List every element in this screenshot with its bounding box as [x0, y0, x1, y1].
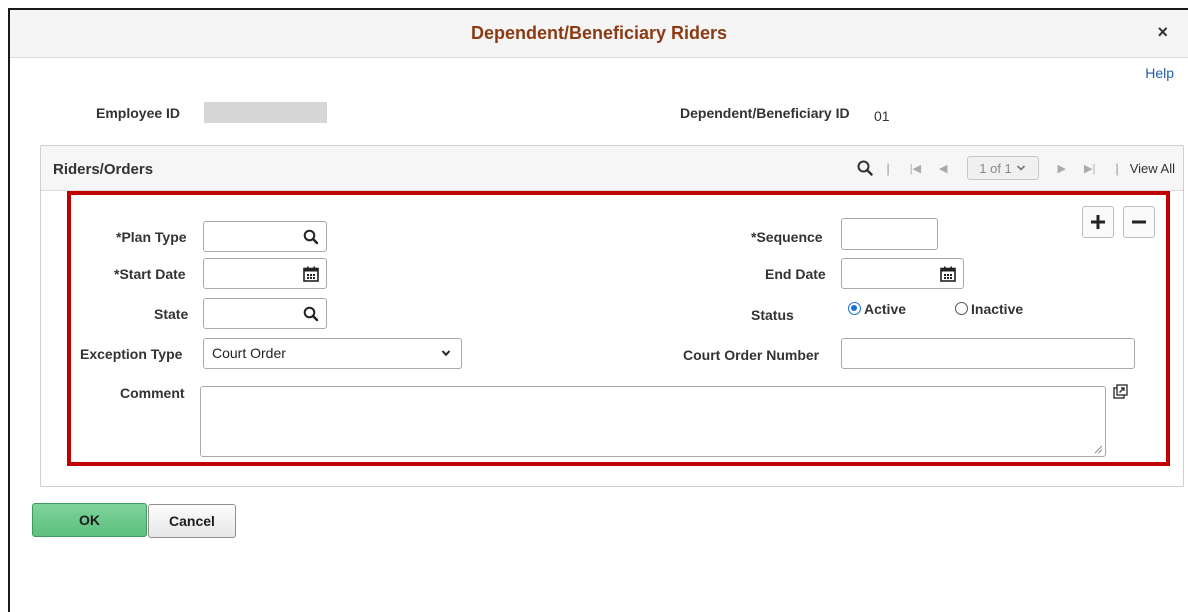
delete-row-button[interactable]: [1123, 206, 1155, 238]
end-date-label: End Date: [765, 266, 826, 282]
comment-label: Comment: [120, 385, 185, 401]
state-label: State: [154, 306, 189, 322]
help-link[interactable]: Help: [1145, 65, 1174, 81]
employee-id-value: [204, 102, 327, 123]
dependent-id-value: 01: [874, 108, 890, 124]
expand-comment-icon[interactable]: [1113, 384, 1128, 399]
state-field[interactable]: [203, 298, 327, 329]
page-selector-text: 1 of 1: [979, 160, 1012, 176]
dialog-title: Dependent/Beneficiary Riders: [470, 23, 728, 43]
sequence-field[interactable]: [841, 218, 938, 250]
status-inactive-label[interactable]: Inactive: [971, 301, 1023, 317]
sequence-label: *Sequence: [751, 229, 823, 245]
next-page-icon[interactable]: ▶: [1058, 162, 1066, 175]
exception-type-value: Court Order: [212, 345, 286, 361]
add-row-button[interactable]: [1082, 206, 1114, 238]
nav-divider: |: [1115, 160, 1119, 176]
plan-type-label: *Plan Type: [116, 229, 187, 245]
search-icon[interactable]: [303, 306, 319, 322]
plan-type-field[interactable]: [203, 221, 327, 252]
dialog-window: Dependent/Beneficiary Riders × Help Empl…: [8, 8, 1188, 612]
last-page-icon[interactable]: ▶|: [1084, 162, 1095, 175]
employee-id-label: Employee ID: [96, 105, 181, 121]
previous-page-icon[interactable]: ◀: [939, 162, 947, 175]
calendar-icon[interactable]: [940, 266, 956, 282]
group-header: Riders/Orders | |◀ ◀ 1 of 1 ▶ ▶| | View …: [41, 146, 1183, 191]
court-order-number-label: Court Order Number: [683, 347, 820, 363]
group-title: Riders/Orders: [53, 161, 154, 178]
start-date-field[interactable]: [203, 258, 327, 289]
start-date-label: *Start Date: [114, 266, 186, 282]
search-icon[interactable]: [857, 160, 874, 176]
add-icon: [1091, 215, 1105, 229]
status-label: Status: [751, 307, 794, 323]
status-inactive-radio[interactable]: [955, 302, 968, 315]
resize-handle-icon[interactable]: [1094, 445, 1103, 454]
page-selector[interactable]: 1 of 1: [966, 156, 1039, 180]
status-active-label[interactable]: Active: [864, 301, 906, 317]
view-all-link[interactable]: View All: [1130, 161, 1175, 176]
dialog-titlebar: Dependent/Beneficiary Riders ×: [10, 10, 1188, 58]
exception-type-select[interactable]: Court Order: [203, 338, 462, 369]
search-icon[interactable]: [303, 229, 319, 245]
chevron-down-icon: [1016, 165, 1025, 171]
end-date-field[interactable]: [841, 258, 964, 289]
grid-navigation: | |◀ ◀ 1 of 1 ▶ ▶| | View All: [857, 156, 1175, 180]
ok-button[interactable]: OK: [32, 503, 147, 537]
comment-textarea[interactable]: [200, 386, 1106, 457]
dependent-id-label: Dependent/Beneficiary ID: [680, 105, 850, 121]
status-active-radio[interactable]: [848, 302, 861, 315]
nav-divider: |: [886, 160, 890, 176]
calendar-icon[interactable]: [303, 266, 319, 282]
cancel-button[interactable]: Cancel: [148, 504, 236, 538]
exception-type-label: Exception Type: [80, 346, 183, 362]
court-order-number-field[interactable]: [841, 338, 1135, 369]
first-page-icon[interactable]: |◀: [910, 162, 921, 175]
delete-icon: [1132, 220, 1146, 224]
chevron-down-icon: [441, 350, 451, 357]
close-icon[interactable]: ×: [1157, 23, 1168, 41]
